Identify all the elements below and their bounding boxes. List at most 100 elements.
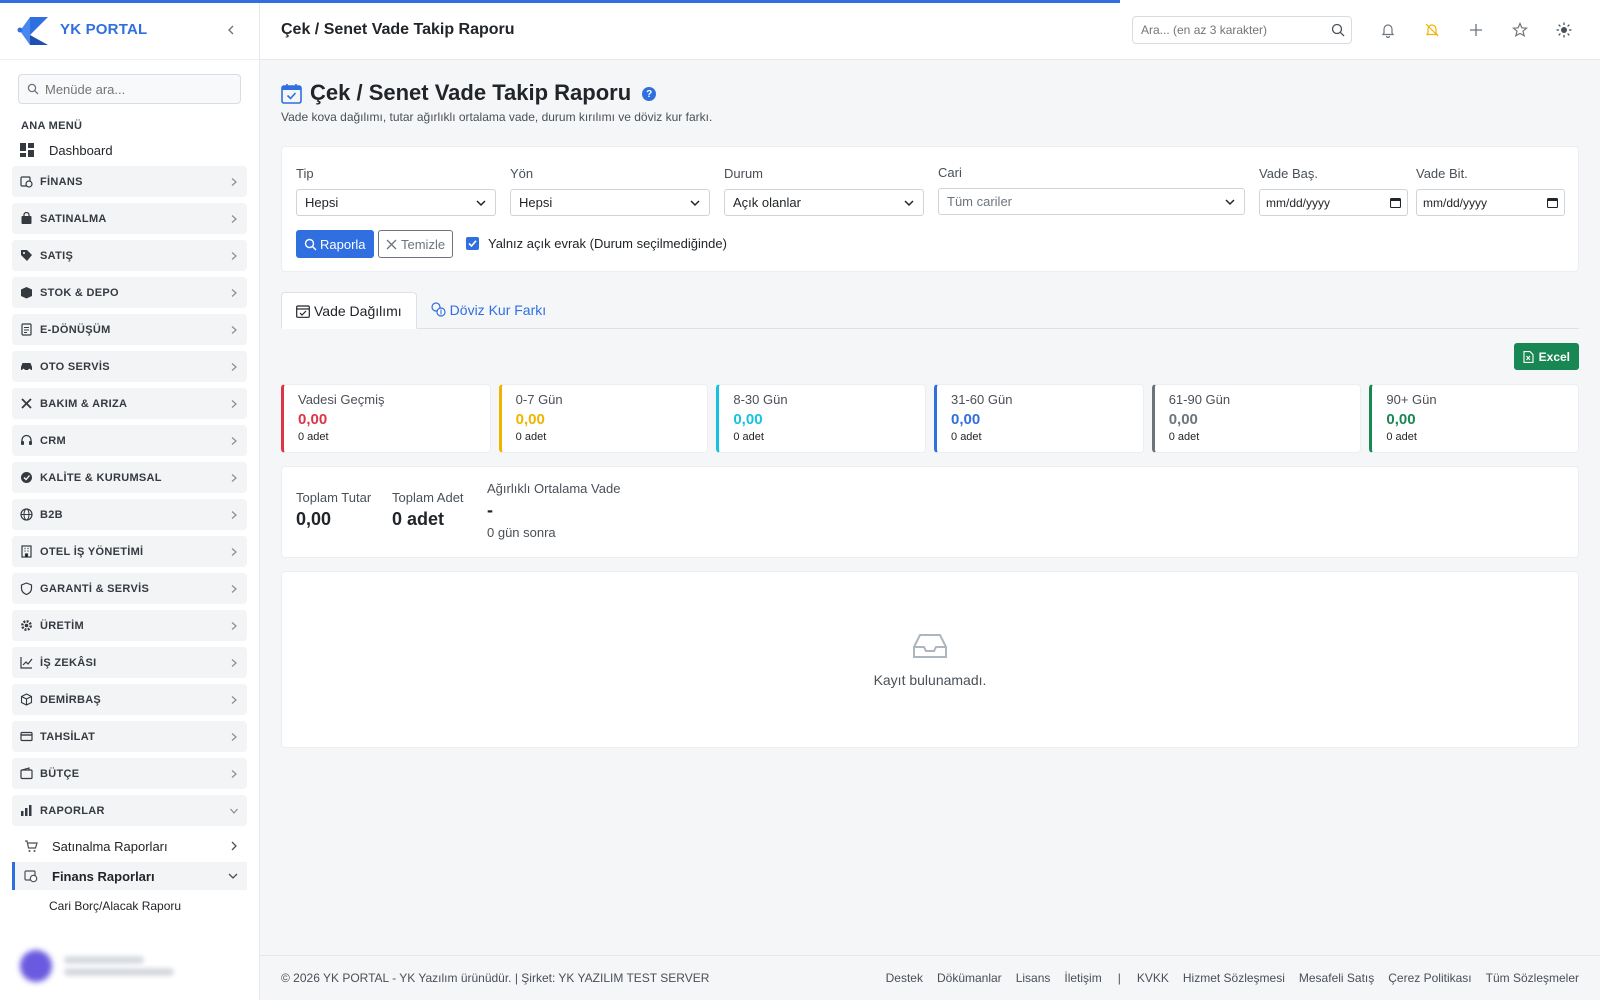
due-bucket-card: 31-60 Gün 0,00 0 adet (934, 384, 1144, 453)
sidebar-group-label: FİNANS (40, 175, 83, 188)
inbox-icon (913, 633, 947, 658)
cari-select[interactable]: Tüm cariler (938, 188, 1245, 215)
bucket-name: 90+ Gün (1386, 392, 1437, 407)
sidebar-group-e-dönüşüm[interactable]: E-DÖNÜŞÜM (12, 314, 247, 345)
sidebar-group-raporlar[interactable]: RAPORLAR (12, 795, 247, 826)
footer-link-iletisim[interactable]: İletişim (1064, 971, 1101, 985)
footer-link-lisans[interactable]: Lisans (1016, 971, 1051, 985)
filter-label-vade-bit: Vade Bit. (1416, 166, 1468, 181)
calendar-icon[interactable] (1547, 197, 1558, 208)
sidebar-item-dashboard[interactable]: Dashboard (20, 136, 247, 164)
vade-bit-date-input[interactable]: mm/dd/yyyy (1416, 189, 1565, 216)
sidebar-group-bakim-ariza[interactable]: BAKIM & ARIZA (12, 388, 247, 419)
sidebar-collapse-button[interactable] (219, 18, 243, 42)
sidebar-leaf-cari-borc-alacak[interactable]: Cari Borç/Alacak Raporu (49, 894, 247, 918)
cart-icon (25, 840, 38, 852)
check-icon (468, 240, 477, 248)
tab-label: Vade Dağılımı (314, 302, 402, 319)
footer-links: Destek Dökümanlar Lisans İletişim | KVKK… (872, 971, 1579, 985)
sidebar-group-fi-nans[interactable]: FİNANS (12, 166, 247, 197)
footer-link-cerez-politikasi[interactable]: Çerez Politikası (1388, 971, 1471, 985)
star-icon (1512, 21, 1528, 37)
bucket-value: 0,00 (1168, 411, 1198, 428)
document-icon (21, 323, 32, 336)
user-profile[interactable] (0, 932, 259, 1000)
sidebar-group-label: İŞ ZEKÂSI (40, 656, 97, 669)
filter-label-yon: Yön (510, 166, 534, 181)
excel-export-button[interactable]: Excel (1513, 343, 1579, 370)
sidebar-group-üreti-m[interactable]: ÜRETİM (12, 610, 247, 641)
footer-link-tum-sozlesmeler[interactable]: Tüm Sözleşmeler (1486, 971, 1579, 985)
bucket-count: 0 adet (733, 431, 764, 443)
search-icon[interactable] (1331, 23, 1345, 37)
yon-select[interactable]: Hepsi (510, 189, 710, 216)
sidebar-group-label: TAHSİLAT (40, 730, 96, 743)
total-amount: Toplam Tutar 0,00 (296, 490, 371, 530)
sidebar-subitem-satinalma-raporlari[interactable]: Satınalma Raporları (12, 832, 247, 860)
sidebar-group-satinalma[interactable]: SATINALMA (12, 203, 247, 234)
sidebar-group-crm[interactable]: CRM (12, 425, 247, 456)
sidebar-group-tahsi-lat[interactable]: TAHSİLAT (12, 721, 247, 752)
chevron-right-icon (231, 658, 237, 667)
sidebar-group-stok-depo[interactable]: STOK & DEPO (12, 277, 247, 308)
theme-toggle-button[interactable] (1550, 16, 1578, 44)
chevron-right-icon (231, 473, 237, 482)
footer-link-mesafeli-satis[interactable]: Mesafeli Satış (1299, 971, 1374, 985)
tab-vade-dagilimi[interactable]: Vade Dağılımı (281, 292, 417, 329)
footer-copyright: © 2026 YK PORTAL - YK Yazılım ürünüdür. … (281, 971, 710, 985)
bucket-count: 0 adet (951, 431, 982, 443)
bucket-name: 0-7 Gün (515, 392, 563, 407)
totals-panel: Toplam Tutar 0,00 Toplam Adet 0 adet Ağı… (281, 466, 1579, 558)
chevron-right-icon (231, 288, 237, 297)
globe-icon (20, 508, 33, 521)
sidebar-group-otel-i-ş-yöneti-mi[interactable]: OTEL İŞ YÖNETİMİ (12, 536, 247, 567)
report-tabs: Vade Dağılımı Döviz Kur Farkı (281, 292, 1579, 329)
footer-link-kvkk[interactable]: KVKK (1137, 971, 1169, 985)
chevron-right-icon (231, 841, 237, 851)
help-icon[interactable]: ? (642, 87, 657, 101)
footer-link-hizmet-sozlesmesi[interactable]: Hizmet Sözleşmesi (1183, 971, 1285, 985)
sidebar-subitem-finans-raporlari[interactable]: Finans Raporları (12, 862, 247, 890)
header-title: Çek / Senet Vade Takip Raporu (281, 20, 515, 38)
open-only-checkbox[interactable] (466, 237, 479, 250)
calendar-icon[interactable] (1390, 197, 1401, 208)
shield-icon (20, 582, 33, 595)
dashboard-icon (20, 143, 34, 157)
muted-notifications-button[interactable] (1418, 16, 1446, 44)
menu-search-input[interactable] (45, 81, 225, 97)
sidebar-group-i-ş-zekâsi[interactable]: İŞ ZEKÂSI (12, 647, 247, 678)
report-button[interactable]: Raporla (296, 230, 374, 258)
clear-button[interactable]: Temizle (378, 230, 454, 258)
tab-doviz-kur-farki[interactable]: Döviz Kur Farkı (417, 291, 560, 328)
sidebar-group-label: GARANTİ & SERVİS (40, 582, 150, 595)
bucket-name: 61-90 Gün (1168, 392, 1231, 407)
export-row: Excel (281, 329, 1579, 377)
tip-select[interactable]: Hepsi (296, 189, 496, 216)
add-button[interactable] (1462, 16, 1490, 44)
sidebar-subitem-label: Satınalma Raporları (52, 838, 168, 854)
sidebar-group-satiş[interactable]: SATIŞ (12, 240, 247, 271)
total-count-value: 0 adet (392, 509, 445, 529)
sidebar-group-oto-servi-s[interactable]: OTO SERVİS (12, 351, 247, 382)
sidebar-group-label: CRM (40, 434, 66, 447)
card-icon (20, 731, 33, 742)
sidebar-group-garanti-servi-s[interactable]: GARANTİ & SERVİS (12, 573, 247, 604)
durum-select[interactable]: Açık olanlar (724, 189, 924, 216)
yon-select-value: Hepsi (519, 195, 553, 210)
chevron-right-icon (231, 510, 237, 519)
global-search-input[interactable] (1141, 22, 1331, 37)
sidebar-group-demi-rbaş[interactable]: DEMİRBAŞ (12, 684, 247, 715)
menu-search[interactable] (18, 74, 241, 104)
footer-link-destek[interactable]: Destek (886, 971, 923, 985)
footer-link-dokumanlar[interactable]: Dökümanlar (937, 971, 1002, 985)
weighted-average-label: Ağırlıklı Ortalama Vade (487, 481, 621, 496)
calendar-check-icon (281, 83, 302, 104)
sidebar-group-bütçe[interactable]: BÜTÇE (12, 758, 247, 789)
notifications-button[interactable] (1374, 16, 1402, 44)
chevron-right-icon (231, 695, 237, 704)
favorites-button[interactable] (1506, 16, 1534, 44)
sidebar-group-kali-te-kurumsal[interactable]: KALİTE & KURUMSAL (12, 462, 247, 493)
vade-bas-date-input[interactable]: mm/dd/yyyy (1259, 189, 1408, 216)
sidebar-group-b2b[interactable]: B2B (12, 499, 247, 530)
global-search[interactable] (1132, 15, 1352, 44)
